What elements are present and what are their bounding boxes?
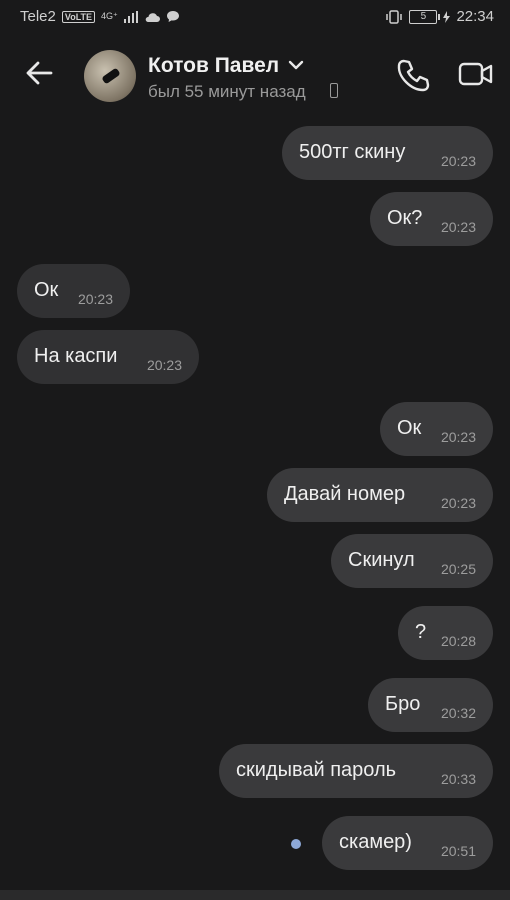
message-bubble[interactable]: Бро 20:32 [368,678,493,732]
chat-header: Котов Павел был 55 минут назад [0,34,510,114]
cloud-icon [145,12,160,22]
message-time: 20:23 [440,153,476,169]
mobile-device-icon [330,83,338,98]
input-panel-edge [0,890,510,900]
message-bubble[interactable]: Давай номер 20:23 [267,468,493,522]
message-time: 20:23 [146,357,182,373]
back-arrow-icon[interactable] [24,58,54,88]
status-bar: Tele2 VoLTE 4G⁺ 5 22:34 [0,0,510,34]
message-text: Скинул [348,549,415,571]
signal-icon [123,10,138,23]
network-type: 4G⁺ [101,11,118,21]
message-text: ? [415,621,427,643]
battery-level: 5 [420,11,427,22]
contact-name[interactable]: Котов Павел [148,54,279,78]
volte-icon: VoLTE [61,10,96,23]
message-text: Ок [34,279,59,301]
avatar[interactable] [84,50,136,102]
message-text: скамер) [339,831,412,853]
message-time: 20:33 [440,771,476,787]
battery-icon: 5 [409,9,441,24]
message-time: 20:23 [440,495,476,511]
charging-icon [443,10,451,23]
video-call-icon[interactable] [458,60,494,88]
message-time: 20:25 [440,561,476,577]
message-bubble[interactable]: 500тг скину 20:23 [282,126,493,180]
message-text: На каспи [34,345,118,367]
last-seen-status: был 55 минут назад [148,82,306,101]
message-bubble[interactable]: Скинул 20:25 [331,534,493,588]
unread-indicator [291,839,301,849]
message-bubble[interactable]: Ок 20:23 [380,402,493,456]
message-bubble[interactable]: ? 20:28 [398,606,493,660]
message-time: 20:23 [440,429,476,445]
message-bubble[interactable]: скидывай пароль 20:33 [219,744,493,798]
message-time: 20:32 [440,705,476,721]
message-text: 500тг скину [299,141,406,163]
vibrate-icon [386,9,403,24]
message-notification-icon [166,11,179,22]
message-bubble[interactable]: скамер) 20:51 [322,816,493,870]
message-bubble[interactable]: На каспи 20:23 [17,330,199,384]
message-time: 20:51 [440,843,476,859]
message-bubble[interactable]: Ок 20:23 [17,264,130,318]
message-time: 20:23 [77,291,113,307]
phone-call-icon[interactable] [396,58,430,92]
message-text: Ок [397,417,422,439]
message-text: Давай номер [284,483,406,505]
message-text: Бро [385,693,421,715]
message-bubble[interactable]: Ок? 20:23 [370,192,493,246]
clock: 22:34 [456,8,494,25]
message-text: Ок? [387,207,423,229]
chevron-down-icon[interactable] [288,60,304,70]
message-time: 20:28 [440,633,476,649]
message-time: 20:23 [440,219,476,235]
carrier-name: Tele2 [20,8,56,25]
message-text: скидывай пароль [236,759,397,781]
